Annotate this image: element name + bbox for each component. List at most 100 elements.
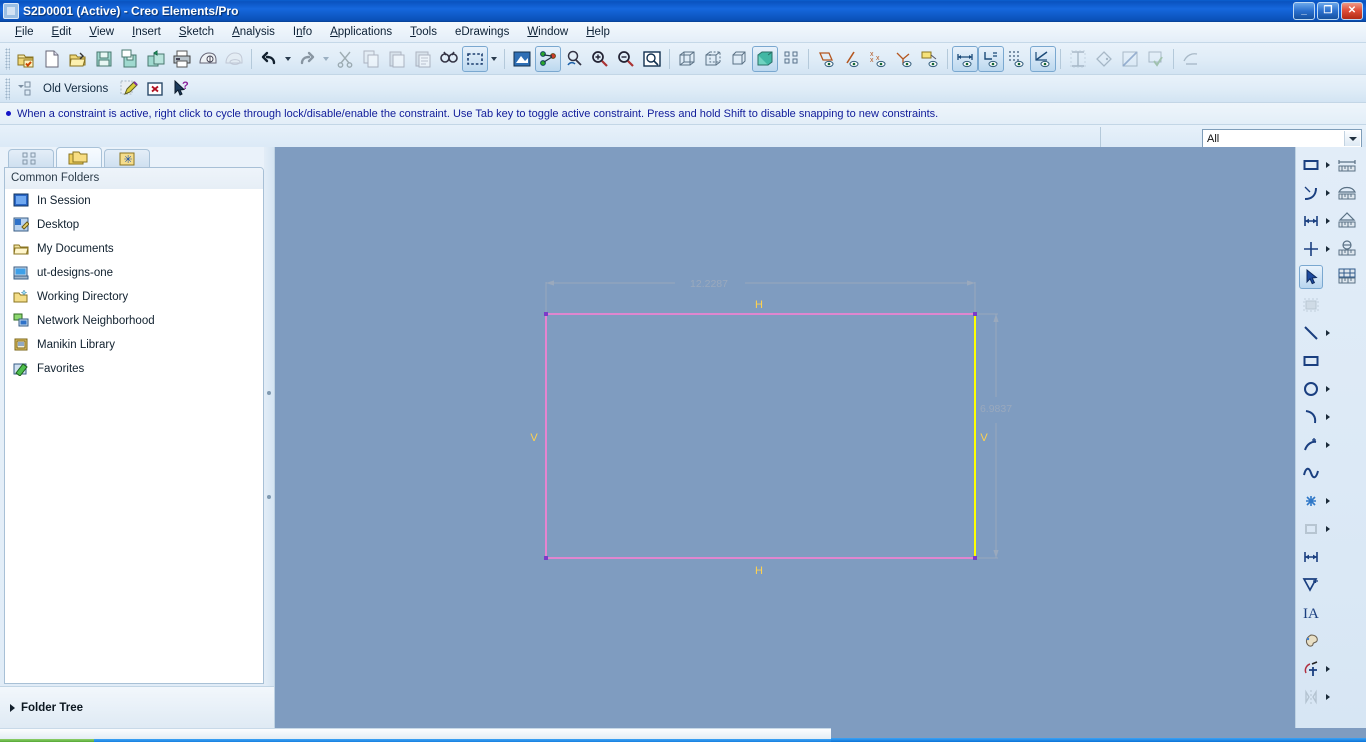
menu-view[interactable]: View [80,24,123,40]
wireframe-icon[interactable] [674,46,700,72]
rectangle-shape-icon[interactable] [1299,349,1323,373]
annotation-display-icon[interactable] [917,46,943,72]
sketch-canvas[interactable]: 12.2287 6.9837 H H V V [275,147,1295,728]
vertical-constraint-right[interactable]: V [980,432,988,444]
selection-box-icon[interactable] [462,45,488,72]
sketch-vertex-top-left[interactable] [544,312,548,316]
repaint-icon[interactable] [509,46,535,72]
dimension-tool-icon[interactable] [1299,209,1323,233]
measure-angle-icon[interactable] [1335,209,1359,233]
shading-icon[interactable] [752,45,778,72]
folder-tree-collapsed-panel[interactable]: Folder Tree [0,686,274,728]
context-help-icon[interactable]: ? [168,76,194,102]
line-tool-caret[interactable] [1323,330,1332,336]
folder-item-favorites[interactable]: Favorites [9,357,263,381]
open-set-working-dir-icon[interactable] [13,46,39,72]
secondary-toolbar-grip[interactable] [5,77,10,100]
measure-area-icon[interactable] [1335,181,1359,205]
save-icon[interactable] [91,46,117,72]
sketch-vertex-top-right[interactable] [973,312,977,316]
fillet-tool-caret[interactable] [1323,190,1332,196]
horizontal-constraint-bottom[interactable]: H [755,565,763,577]
measure-distance-icon[interactable] [1335,153,1359,177]
folder-item-ut-designs-one[interactable]: ut-designs-one [9,261,263,285]
minimize-button[interactable]: _ [1293,2,1315,20]
folder-browser-tab[interactable] [56,147,102,167]
find-icon[interactable] [436,46,462,72]
normal-dimension-icon[interactable] [1299,545,1323,569]
menu-edrawings[interactable]: eDrawings [446,24,518,40]
no-hidden-icon[interactable] [726,46,752,72]
fillet-tool-icon[interactable] [1299,181,1323,205]
graphics-window[interactable]: 12.2287 6.9837 H H V V [275,147,1295,728]
chevron-down-icon[interactable] [1344,131,1360,146]
sketch-vertex-bottom-right[interactable] [973,556,977,560]
save-a-copy-icon[interactable] [117,46,143,72]
line-tool-icon[interactable] [1299,321,1323,345]
point-tool-icon[interactable] [1299,489,1323,513]
selection-filter-combobox[interactable]: All [1202,129,1362,148]
menu-info[interactable]: Info [284,24,321,40]
measure-diameter-icon[interactable] [1335,237,1359,261]
folder-item-manikin-library[interactable]: Manikin Library [9,333,263,357]
folder-item-desktop[interactable]: Desktop [9,213,263,237]
modify-dimension-icon[interactable] [1299,573,1323,597]
menu-applications[interactable]: Applications [321,24,401,40]
arc-tool-caret[interactable] [1323,414,1332,420]
new-file-icon[interactable] [39,46,65,72]
dimension-display-icon[interactable] [952,45,978,72]
menu-sketch[interactable]: Sketch [170,24,223,40]
undo-icon[interactable] [256,46,282,72]
toolbar-grip[interactable] [5,47,10,70]
edit-pencil-icon[interactable] [116,76,142,102]
menu-window[interactable]: Window [518,24,577,40]
refit-icon[interactable] [561,46,587,72]
centerline-tool-caret[interactable] [1323,246,1332,252]
zoom-out-icon[interactable] [613,46,639,72]
undo-dropdown-caret[interactable] [282,46,294,72]
circle-tool-caret[interactable] [1323,386,1332,392]
hidden-line-icon[interactable] [700,46,726,72]
arc-tool-icon[interactable] [1299,405,1323,429]
maximize-button[interactable]: ❐ [1317,2,1339,20]
datum-point-display-icon[interactable]: x x x [865,46,891,72]
centerline-tool-icon[interactable] [1299,237,1323,261]
constraint-display-icon[interactable] [978,45,1004,72]
rectangle-tool-caret[interactable] [1323,162,1332,168]
grid-display-icon[interactable] [1004,46,1030,72]
menu-insert[interactable]: Insert [123,24,170,40]
menu-analysis[interactable]: Analysis [223,24,284,40]
favorites-tab[interactable]: ✳ [104,149,150,167]
datum-csys-display-icon[interactable] [891,46,917,72]
delete-x-icon[interactable] [142,76,168,102]
datum-axis-display-icon[interactable] [839,46,865,72]
text-tool-icon[interactable]: IA [1299,601,1323,625]
circle-tool-icon[interactable] [1299,377,1323,401]
folder-item-network-neighborhood[interactable]: Network Neighborhood [9,309,263,333]
menu-file[interactable]: File [6,24,43,40]
spin-center-icon[interactable] [535,45,561,72]
save-backup-icon[interactable] [143,46,169,72]
folder-item-working-directory[interactable]: Working Directory [9,285,263,309]
point-tool-caret[interactable] [1323,498,1332,504]
ellipse-tool-caret[interactable] [1323,442,1332,448]
ellipse-tool-icon[interactable] [1299,433,1323,457]
trim-tool-caret[interactable] [1323,666,1332,672]
model-tree-tab[interactable] [8,149,54,167]
menu-tools[interactable]: Tools [401,24,446,40]
menu-help[interactable]: Help [577,24,619,40]
folder-item-my-documents[interactable]: My Documents [9,237,263,261]
palette-tool-icon[interactable] [1299,629,1323,653]
dimension-tool-caret[interactable] [1323,218,1332,224]
select-arrow-icon[interactable] [1299,265,1323,289]
spline-tool-icon[interactable] [1299,461,1323,485]
vertical-constraint-left[interactable]: V [530,432,538,444]
sketch-vertex-bottom-left[interactable] [544,556,548,560]
menu-edit[interactable]: Edit [43,24,81,40]
open-file-icon[interactable] [65,46,91,72]
measure-table-icon[interactable] [1335,265,1359,289]
rectangle-tool-icon[interactable] [1299,153,1323,177]
folder-item-in-session[interactable]: In Session [9,189,263,213]
selection-box-caret[interactable] [488,46,500,72]
print-icon[interactable] [169,46,195,72]
